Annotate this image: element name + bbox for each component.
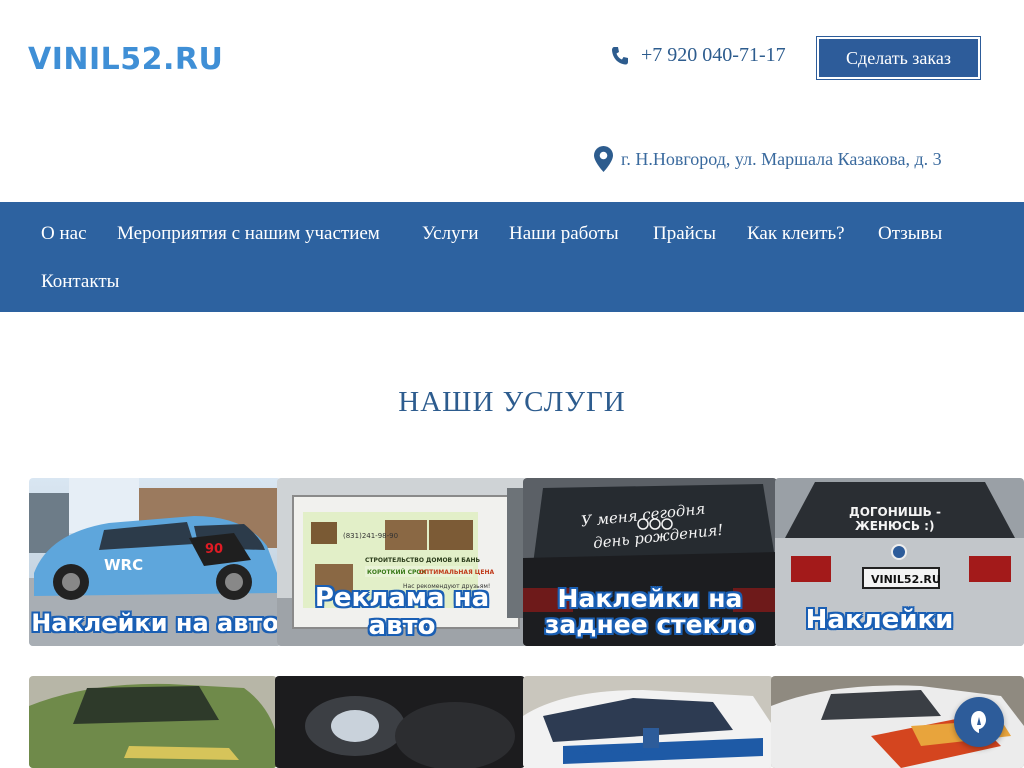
svg-text:ОПТИМАЛЬНАЯ ЦЕНА: ОПТИМАЛЬНАЯ ЦЕНА <box>419 569 494 576</box>
main-nav: О нас Мероприятия с нашим участием Услуг… <box>0 202 1024 312</box>
chat-icon <box>971 711 986 733</box>
svg-text:КОРОТКИЙ СРОК: КОРОТКИЙ СРОК <box>367 568 427 576</box>
chat-button[interactable] <box>954 697 1004 747</box>
nav-item-about[interactable]: О нас <box>41 223 87 245</box>
service-tile-car-stickers[interactable]: 90 WRC Наклейки на авто <box>29 478 281 646</box>
service-tile-green-car[interactable] <box>29 676 277 768</box>
address-text: г. Н.Новгород, ул. Маршала Казакова, д. … <box>621 148 942 169</box>
phone-icon <box>612 46 628 64</box>
headlights-image <box>275 676 525 768</box>
service-tile-stickers[interactable]: VINIL52.RU ДОГОНИШЬ - ЖЕНЮСЬ :) Наклейки <box>775 478 1024 646</box>
tile-label-car-stickers: Наклейки на авто <box>31 608 279 637</box>
tile-label-stickers: Наклейки <box>805 604 954 635</box>
svg-text:(831)241-98-90: (831)241-98-90 <box>343 532 398 540</box>
nav-item-how-to[interactable]: Как клеить? <box>747 223 845 245</box>
site-logo[interactable]: VINIL52.RU <box>28 42 223 77</box>
svg-text:90: 90 <box>205 542 223 557</box>
svg-text:ДОГОНИШЬ -: ДОГОНИШЬ - <box>849 505 941 519</box>
service-tile-rear-window[interactable]: У меня сегодня день рождения! Наклейки н… <box>523 478 777 646</box>
services-title: НАШИ УСЛУГИ <box>398 386 626 418</box>
green-car-image <box>29 676 277 768</box>
svg-text:НИЖЕГОРОДСКАЯ ОБЛАСТЬ: НИЖЕГОРОДСКАЯ ОБЛАСТЬ <box>563 747 694 756</box>
nav-item-prices[interactable]: Прайсы <box>653 223 716 245</box>
svg-text:WRC: WRC <box>104 556 143 574</box>
svg-text:VINIL52.RU: VINIL52.RU <box>871 573 941 586</box>
location-pin-icon <box>594 146 613 172</box>
order-button[interactable]: Сделать заказ <box>816 36 981 80</box>
service-cars-image: НИЖЕГОРОДСКАЯ ОБЛАСТЬ <box>523 676 773 768</box>
nav-item-reviews[interactable]: Отзывы <box>878 223 942 245</box>
nav-item-events[interactable]: Мероприятия с нашим участием <box>117 223 380 245</box>
nav-item-contacts[interactable]: Контакты <box>41 271 119 293</box>
svg-text:ЖЕНЮСЬ :): ЖЕНЮСЬ :) <box>855 519 934 533</box>
tile-label-car-advertising: Реклама на авто <box>314 583 490 641</box>
site-header: VINIL52.RU +7 920 040-71-17 Сделать зака… <box>0 0 1024 202</box>
svg-text:СТРОИТЕЛЬСТВО ДОМОВ И БАНЬ: СТРОИТЕЛЬСТВО ДОМОВ И БАНЬ <box>365 557 481 564</box>
nav-item-services[interactable]: Услуги <box>422 223 479 245</box>
phone-number[interactable]: +7 920 040-71-17 <box>641 44 786 67</box>
phone-block: +7 920 040-71-17 <box>611 44 786 67</box>
nav-item-works[interactable]: Наши работы <box>509 223 619 245</box>
tile-label-rear-window: Наклейки на заднее стекло <box>544 583 756 639</box>
service-tile-service-cars[interactable]: НИЖЕГОРОДСКАЯ ОБЛАСТЬ <box>523 676 773 768</box>
service-tile-headlights[interactable] <box>275 676 525 768</box>
service-tile-car-advertising[interactable]: (831)241-98-90 СТРОИТЕЛЬСТВО ДОМОВ И БАН… <box>277 478 527 646</box>
address-block: г. Н.Новгород, ул. Маршала Казакова, д. … <box>594 146 942 172</box>
